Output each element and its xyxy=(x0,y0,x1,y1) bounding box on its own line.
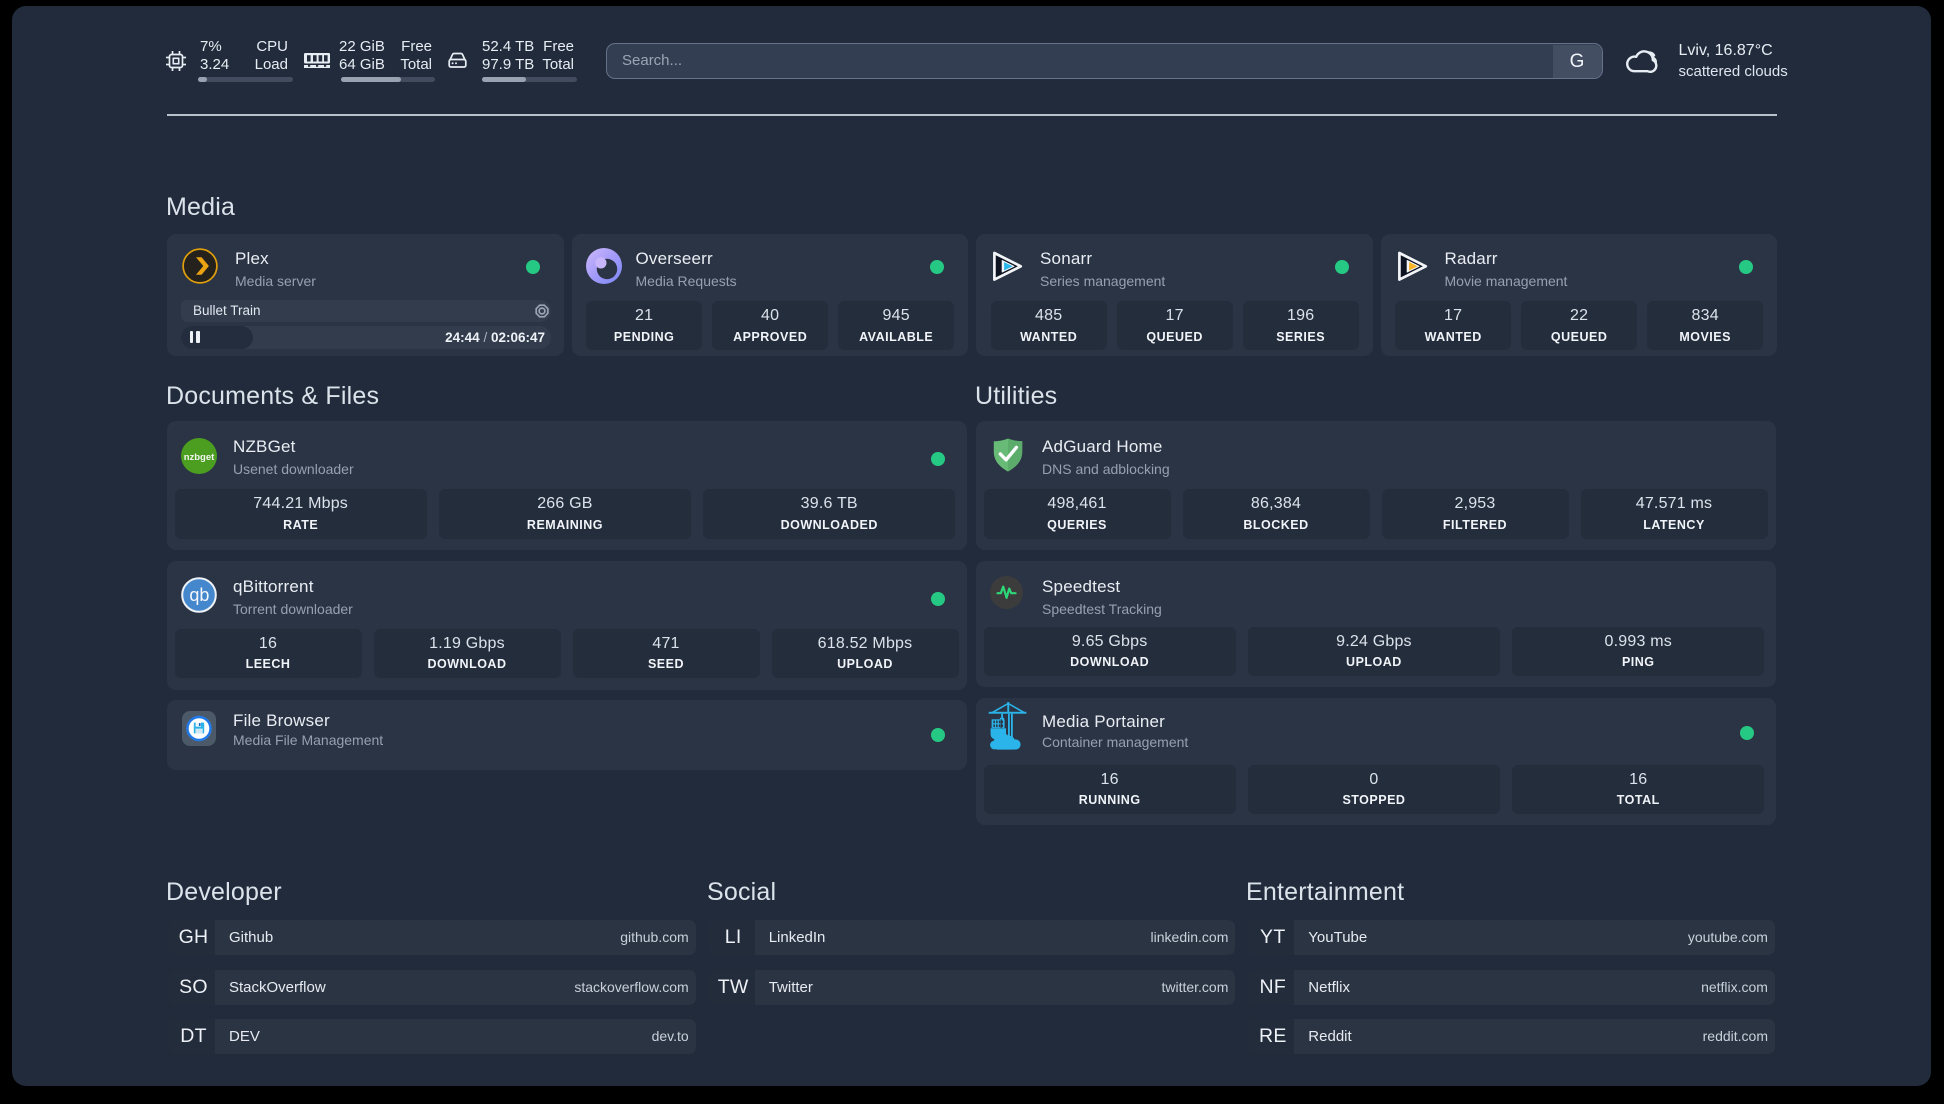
svg-text:qb: qb xyxy=(189,585,209,605)
svg-text:nzbget: nzbget xyxy=(184,451,215,462)
